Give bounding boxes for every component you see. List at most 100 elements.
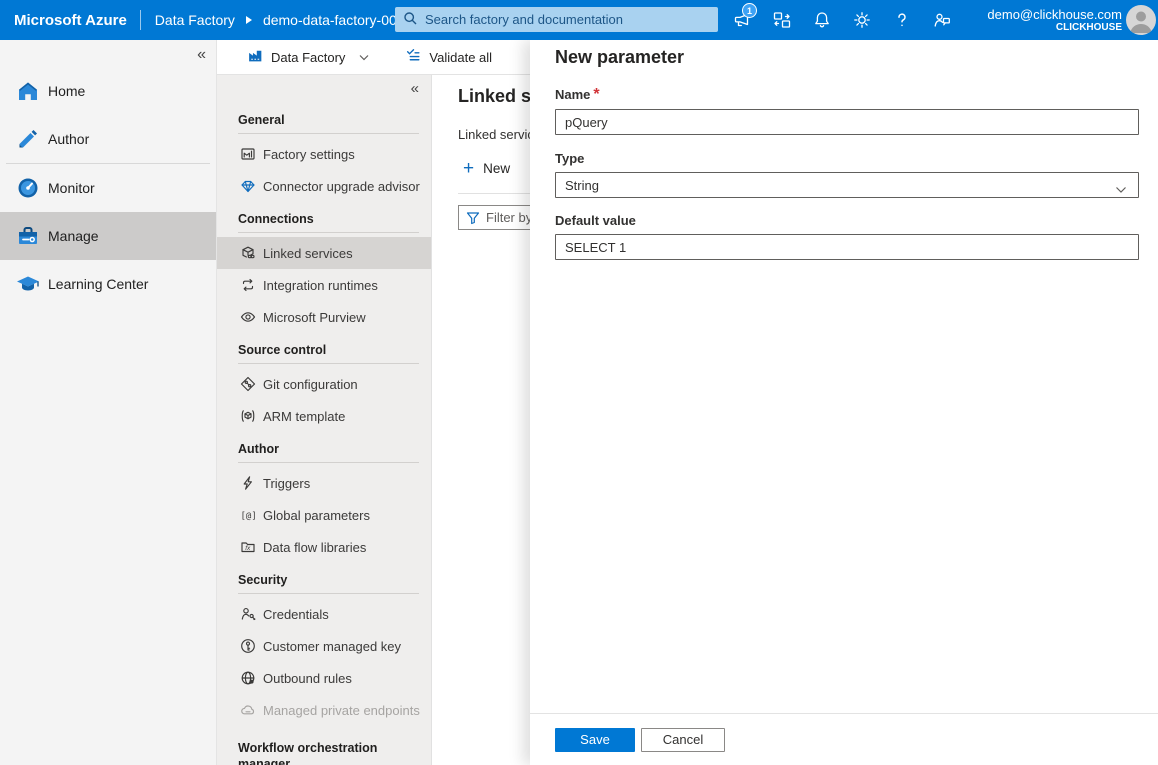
section-divider bbox=[238, 462, 419, 463]
avatar[interactable] bbox=[1126, 5, 1156, 35]
breadcrumb-instance[interactable]: demo-data-factory-00 bbox=[263, 12, 409, 28]
cloud-icon bbox=[240, 702, 256, 718]
nav-item-author[interactable]: Author bbox=[0, 115, 216, 163]
factory-settings-icon bbox=[240, 146, 256, 162]
sidebar-item-linked-services[interactable]: Linked services bbox=[217, 237, 431, 269]
sidebar-item-label: Data flow libraries bbox=[263, 540, 366, 555]
top-bar: Microsoft Azure Data Factory demo-data-f… bbox=[0, 0, 1158, 40]
sidebar-item-credentials[interactable]: Credentials bbox=[217, 598, 431, 630]
chevron-down-icon bbox=[1115, 182, 1127, 197]
notifications-bell-button[interactable] bbox=[802, 0, 842, 40]
sidebar-item-microsoft-purview[interactable]: Microsoft Purview bbox=[217, 301, 431, 333]
save-button[interactable]: Save bbox=[555, 728, 635, 752]
breadcrumb-app[interactable]: Data Factory bbox=[155, 12, 235, 28]
sidebar-section-header: General bbox=[217, 103, 431, 133]
default-value-input[interactable] bbox=[555, 234, 1139, 260]
nav-item-monitor[interactable]: Monitor bbox=[0, 164, 216, 212]
manage-sidebar: « General Factory settings Connector upg… bbox=[217, 75, 432, 765]
lightning-icon bbox=[240, 475, 256, 491]
factory-icon bbox=[247, 47, 264, 67]
announcements-button[interactable]: 1 bbox=[722, 0, 762, 40]
globe-icon bbox=[240, 670, 256, 686]
nav-item-manage[interactable]: Manage bbox=[0, 212, 216, 260]
sidebar-item-label: Connector upgrade advisor bbox=[263, 179, 420, 194]
global-parameters-icon: [@] bbox=[240, 507, 256, 523]
account-email: demo@clickhouse.com bbox=[987, 7, 1122, 22]
account-tenant: CLICKHOUSE bbox=[1056, 22, 1122, 34]
settings-gear-button[interactable] bbox=[842, 0, 882, 40]
section-divider bbox=[238, 232, 419, 233]
sidebar-item-managed-private-endpoints[interactable]: Managed private endpoints bbox=[217, 694, 431, 726]
sidebar-item-label: Linked services bbox=[263, 246, 353, 261]
sidebar-item-label: ARM template bbox=[263, 409, 345, 424]
sidebar-item-label: Global parameters bbox=[263, 508, 370, 523]
sidebar-item-outbound-rules[interactable]: Outbound rules bbox=[217, 662, 431, 694]
new-button-label: New bbox=[483, 161, 510, 176]
svg-text:[@]: [@] bbox=[241, 512, 257, 522]
switch-resource-button[interactable] bbox=[762, 0, 802, 40]
sidebar-item-connector-upgrade-advisor[interactable]: Connector upgrade advisor bbox=[217, 170, 431, 202]
nav-label: Monitor bbox=[48, 180, 95, 196]
filter-funnel-icon bbox=[466, 211, 480, 225]
sidebar-item-label: Outbound rules bbox=[263, 671, 352, 686]
required-asterisk: * bbox=[593, 86, 599, 103]
help-button[interactable] bbox=[882, 0, 922, 40]
account-info[interactable]: demo@clickhouse.com CLICKHOUSE bbox=[987, 0, 1122, 40]
sidebar-section-header: Connections bbox=[217, 202, 431, 232]
notification-badge: 1 bbox=[742, 3, 757, 18]
validate-all-button[interactable]: Validate all bbox=[405, 47, 492, 67]
sidebar-item-label: Triggers bbox=[263, 476, 310, 491]
plus-icon: + bbox=[463, 159, 474, 178]
cancel-button[interactable]: Cancel bbox=[641, 728, 725, 752]
sidebar-item-global-parameters[interactable]: [@] Global parameters bbox=[217, 499, 431, 531]
sidebar-section-header: Workflow orchestration manager bbox=[217, 726, 402, 765]
nav-item-home[interactable]: Home bbox=[0, 67, 216, 115]
sidebar-item-integration-runtimes[interactable]: Integration runtimes bbox=[217, 269, 431, 301]
sidebar-item-label: Customer managed key bbox=[263, 639, 401, 654]
nav-label: Learning Center bbox=[48, 276, 148, 292]
sidebar-section-header: Source control bbox=[217, 333, 431, 363]
sidebar-item-git-configuration[interactable]: Git configuration bbox=[217, 368, 431, 400]
sidebar-item-label: Credentials bbox=[263, 607, 329, 622]
sidebar-item-label: Git configuration bbox=[263, 377, 358, 392]
sidebar-item-data-flow-libraries[interactable]: fx Data flow libraries bbox=[217, 531, 431, 563]
sidebar-section-header: Security bbox=[217, 563, 431, 593]
nav-label: Home bbox=[48, 83, 85, 99]
sidebar-item-arm-template[interactable]: ARM template bbox=[217, 400, 431, 432]
factory-selector-label: Data Factory bbox=[271, 50, 345, 65]
left-nav: « Home Author Monitor Manage bbox=[0, 40, 217, 765]
arm-template-icon bbox=[240, 408, 256, 424]
sidebar-item-triggers[interactable]: Triggers bbox=[217, 467, 431, 499]
nav-item-learning-center[interactable]: Learning Center bbox=[0, 260, 216, 308]
sidebar-item-label: Managed private endpoints bbox=[263, 703, 420, 718]
factory-selector[interactable]: Data Factory bbox=[247, 47, 345, 67]
credentials-icon bbox=[240, 606, 256, 622]
search-input[interactable] bbox=[395, 7, 718, 32]
sidebar-item-label: Microsoft Purview bbox=[263, 310, 366, 325]
sidebar-collapse-icon[interactable]: « bbox=[407, 78, 423, 99]
panel-footer: Save Cancel bbox=[530, 713, 1158, 765]
panel-title: New parameter bbox=[555, 47, 684, 68]
azure-logo[interactable]: Microsoft Azure bbox=[14, 12, 127, 29]
feedback-button[interactable] bbox=[922, 0, 962, 40]
leftnav-collapse-icon[interactable]: « bbox=[193, 44, 210, 66]
type-label: Type bbox=[555, 151, 1139, 167]
name-input[interactable] bbox=[555, 109, 1139, 135]
name-label: Name bbox=[555, 87, 590, 102]
factory-chevron-down-icon[interactable] bbox=[359, 54, 369, 61]
sidebar-item-label: Factory settings bbox=[263, 147, 355, 162]
sidebar-item-customer-managed-key[interactable]: Customer managed key bbox=[217, 630, 431, 662]
new-parameter-panel: New parameter Name* Type String Default … bbox=[530, 40, 1158, 765]
sidebar-item-factory-settings[interactable]: Factory settings bbox=[217, 138, 431, 170]
new-button[interactable]: + New bbox=[463, 159, 510, 178]
type-select-value: String bbox=[565, 178, 599, 193]
default-value-label: Default value bbox=[555, 213, 1139, 229]
nav-label: Author bbox=[48, 131, 89, 147]
type-select[interactable]: String bbox=[555, 172, 1139, 198]
graduation-cap-icon bbox=[16, 272, 40, 296]
validate-icon bbox=[405, 47, 422, 67]
nav-label: Manage bbox=[48, 228, 99, 244]
data-flow-libraries-icon: fx bbox=[240, 539, 256, 555]
svg-text:fx: fx bbox=[245, 545, 251, 552]
home-icon bbox=[16, 79, 40, 103]
